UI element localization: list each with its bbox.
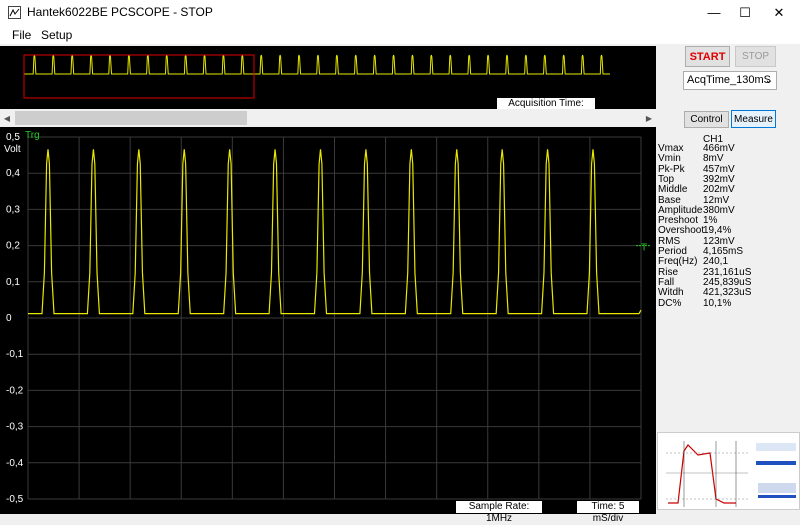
- overview-trace: [24, 54, 610, 75]
- measurement-value: 10,1%: [703, 297, 732, 309]
- measurement-reference-diagram: [657, 432, 800, 510]
- measurement-label: DC%: [658, 297, 682, 309]
- acquisition-time-value: AcqTime_130mS: [687, 74, 771, 86]
- app-icon: [8, 6, 21, 19]
- y-tick-label: -0,1: [6, 349, 24, 360]
- start-button[interactable]: START: [685, 46, 730, 67]
- menu-setup[interactable]: Setup: [41, 28, 72, 42]
- measurement-label: Middle: [658, 184, 688, 196]
- y-tick-label: 0: [6, 313, 12, 324]
- tab-control[interactable]: Control: [684, 111, 729, 128]
- chevron-down-icon: ⌄: [764, 75, 773, 86]
- time-div-label: Time: 5 mS/div: [577, 501, 639, 524]
- scope-display[interactable]: 0,5 0,4 0,3 0,2 0,1 0 -0,1 -0,2 -0,3 -0,4 -0,5 Volt…: [0, 127, 656, 514]
- horizontal-scrollbar[interactable]: ◀ ▶: [0, 109, 656, 127]
- y-tick-label: -0,3: [6, 422, 24, 433]
- close-icon: ✕: [773, 4, 785, 20]
- maximize-icon: ☐: [739, 4, 751, 20]
- acquisition-time-select[interactable]: AcqTime_130mS ⌄: [683, 71, 777, 90]
- sample-rate-label: Sample Rate: 1MHz: [456, 501, 542, 524]
- scroll-thumb[interactable]: [15, 111, 247, 125]
- tab-measure[interactable]: Measure: [731, 110, 776, 128]
- measurement-value: 8mV: [703, 153, 724, 165]
- scope-plot: 0,5 0,4 0,3 0,2 0,1 0 -0,1 -0,2 -0,3 -0,4 -0,5 Volt…: [4, 130, 650, 505]
- y-tick-label: -0,2: [6, 385, 24, 396]
- measurement-value: 421,323uS: [703, 287, 752, 299]
- measurement-label: Witdh: [658, 287, 684, 299]
- menu-bar: File Setup: [0, 25, 800, 44]
- measurement-label: Vmin: [658, 153, 681, 165]
- title-bar: Hantek6022BE PCSCOPE - STOP — ☐ ✕: [0, 0, 800, 25]
- window-title: Hantek6022BE PCSCOPE - STOP: [27, 5, 213, 19]
- measurement-value: 19,4%: [703, 225, 732, 237]
- measurement-value: 202mV: [703, 184, 735, 196]
- trigger-label: Trg: [25, 130, 40, 141]
- minimize-button[interactable]: —: [697, 0, 731, 25]
- reference-diagram-graphic: [658, 433, 799, 509]
- minimize-icon: —: [707, 5, 721, 20]
- scroll-left-arrow-icon[interactable]: ◀: [0, 109, 14, 127]
- measurement-label: Freq(Hz): [658, 256, 698, 268]
- measurement-label: Overshoot: [658, 225, 705, 237]
- trigger-level-marker: T: [641, 243, 647, 254]
- y-tick-label: 0,4: [6, 168, 20, 179]
- y-tick-label: 0,3: [6, 204, 20, 215]
- y-axis-unit-label: Volt: [4, 144, 21, 155]
- measurement-value: 12mV: [703, 194, 730, 206]
- y-tick-label: -0,5: [6, 494, 24, 505]
- y-tick-label: 0,5: [6, 132, 20, 143]
- stop-button[interactable]: STOP: [735, 46, 776, 67]
- menu-file[interactable]: File: [12, 28, 31, 42]
- measurement-label: Base: [658, 194, 681, 206]
- overview-view-window: [23, 54, 255, 99]
- measurement-value: 240,1: [703, 256, 729, 268]
- y-tick-label: 0,1: [6, 277, 20, 288]
- y-tick-label: -0,4: [6, 458, 24, 469]
- maximize-button[interactable]: ☐: [728, 0, 762, 25]
- y-tick-label: 0,2: [6, 241, 20, 252]
- scroll-right-arrow-icon[interactable]: ▶: [642, 109, 656, 127]
- close-button[interactable]: ✕: [762, 0, 796, 25]
